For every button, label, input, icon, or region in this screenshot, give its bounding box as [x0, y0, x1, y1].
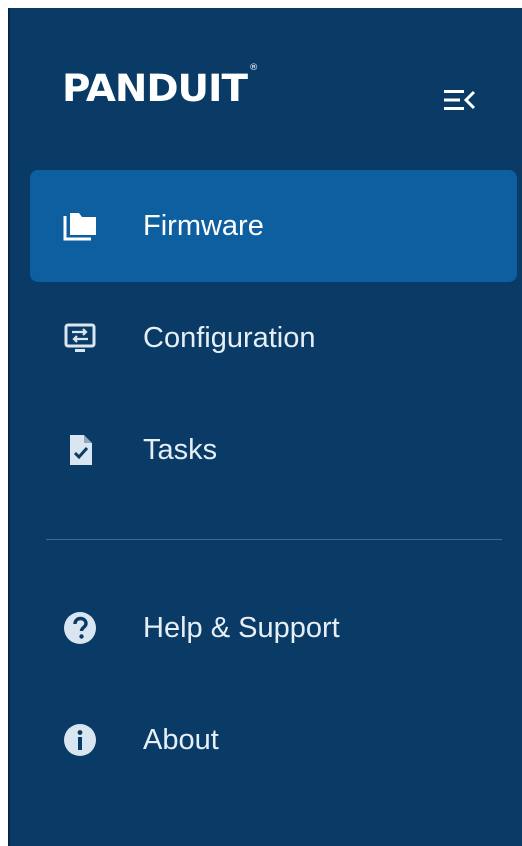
- folder-icon: [63, 213, 96, 241]
- nav-label-firmware: Firmware: [143, 210, 264, 242]
- nav-label-configuration: Configuration: [143, 322, 316, 354]
- logo-text: PANDUIT: [62, 67, 248, 110]
- nav-label-about: About: [143, 724, 219, 756]
- nav-label-tasks: Tasks: [143, 434, 218, 466]
- info-circle-icon: [64, 724, 96, 756]
- sidebar: PANDUIT ® Firmware Configuration Tasks H…: [8, 8, 522, 846]
- file-check-icon: [70, 435, 92, 465]
- menu-collapse-icon: [444, 90, 476, 110]
- registered-mark: ®: [248, 62, 258, 73]
- sidebar-header: PANDUIT ®: [10, 8, 522, 168]
- collapse-sidebar-button[interactable]: [440, 80, 480, 120]
- app-frame: PANDUIT ® Firmware Configuration Tasks H…: [0, 0, 522, 846]
- monitor-swap-icon: [64, 323, 96, 352]
- nav-label-help-support: Help & Support: [143, 612, 340, 644]
- nav-item-about[interactable]: About: [30, 684, 517, 796]
- nav-item-help-support[interactable]: Help & Support: [30, 572, 517, 684]
- nav-item-configuration[interactable]: Configuration: [30, 282, 517, 394]
- help-circle-icon: [64, 612, 96, 644]
- nav-item-firmware[interactable]: Firmware: [30, 170, 517, 282]
- panduit-logo: PANDUIT ®: [62, 63, 258, 110]
- nav-item-tasks[interactable]: Tasks: [30, 394, 517, 506]
- nav-divider: [46, 539, 502, 540]
